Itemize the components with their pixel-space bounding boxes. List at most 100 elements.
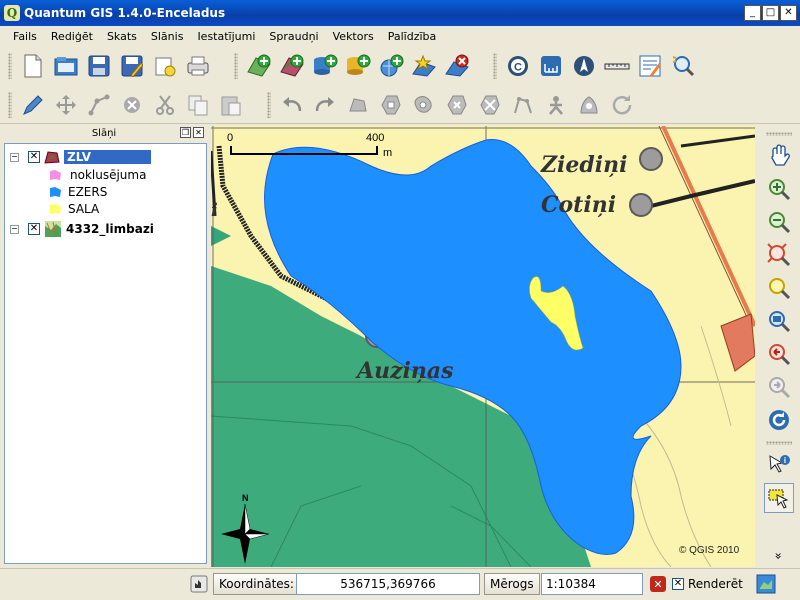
qgis-app-icon: Q [4,5,20,21]
toolbar-grip[interactable] [493,53,497,79]
svg-text:C: C [514,62,522,74]
zoom-full-icon[interactable] [764,240,794,270]
svg-text:i: i [783,456,785,465]
print-icon[interactable] [183,51,213,81]
scale-bar-icon[interactable] [536,51,566,81]
reshape-features-icon[interactable] [508,90,538,120]
node-tool-icon[interactable] [84,90,114,120]
add-ring-icon[interactable] [376,90,406,120]
toolbar-grip[interactable] [267,91,271,118]
undo-icon[interactable] [277,90,307,120]
split-features-icon[interactable] [541,90,571,120]
new-shapefile-icon[interactable] [409,51,439,81]
close-panel-icon[interactable]: ✕ [193,127,204,138]
measure-line-icon[interactable] [602,51,632,81]
open-project-icon[interactable] [51,51,81,81]
toolbar-grip[interactable] [8,91,12,118]
scale-bar-end: 400 [366,132,384,144]
layers-list: − ✕ ZLV noklusējuma EZERS SALA − ✕ 4332_… [4,143,207,564]
add-spatialite-layer-icon[interactable] [343,51,373,81]
menu-settings[interactable]: Iestatījumi [190,30,262,43]
coordinates-display[interactable]: 536715,369766 [296,573,480,595]
collapse-icon[interactable]: − [10,152,19,162]
copyright-label-icon[interactable]: C [503,51,533,81]
simplify-feature-icon[interactable] [343,90,373,120]
add-raster-layer-icon[interactable] [277,51,307,81]
coordinates-toggle-button[interactable]: Koordinātes: [213,573,300,595]
copy-features-icon[interactable] [183,90,213,120]
progress-toggle-icon[interactable] [188,573,210,595]
toolbar-grip[interactable] [765,132,792,136]
stop-render-icon[interactable]: ✕ [650,573,666,595]
menu-vector[interactable]: Vektors [326,30,381,43]
layer-visibility-checkbox[interactable]: ✕ [28,151,40,163]
edit-label-icon[interactable] [635,51,665,81]
layer-row-4332-limbazi[interactable]: − ✕ 4332_limbazi [5,220,206,238]
remove-layer-icon[interactable] [442,51,472,81]
menu-layer[interactable]: Slānis [144,30,191,43]
identify-icon[interactable]: i [764,450,794,480]
float-panel-icon[interactable]: ❐ [180,127,191,138]
add-postgis-layer-icon[interactable] [310,51,340,81]
projection-icon[interactable] [756,573,776,595]
refresh-icon[interactable] [764,405,794,435]
delete-selected-icon[interactable] [117,90,147,120]
add-island-icon[interactable] [409,90,439,120]
menu-bar: Fails Rediģēt Skats Slānis Iestatījumi S… [0,26,800,46]
move-feature-icon[interactable] [51,90,81,120]
scale-input[interactable]: 1:10384 [541,573,643,595]
toolbar-grip[interactable] [765,441,792,445]
map-canvas[interactable]: Ziediņi Cotiņi Auziņas i 0 400 m N © QGI… [211,126,755,567]
save-project-icon[interactable] [84,51,114,81]
add-vector-layer-icon[interactable] [244,51,274,81]
digitizing-toolbar [0,86,800,124]
toolbar-grip[interactable] [8,53,12,79]
layer-name: 4332_limbazi [66,222,154,236]
toolbar-grip[interactable] [234,53,238,79]
layer-row-zlv[interactable]: − ✕ ZLV [5,148,206,166]
zoom-last-icon[interactable] [764,339,794,369]
layers-panel-header: Slāņi ❐ ✕ [0,126,208,141]
identify-zoom-icon[interactable] [668,51,698,81]
add-wms-layer-icon[interactable] [376,51,406,81]
place-label-auzinas: Auziņas [355,358,454,384]
render-toggle[interactable]: ✕ Renderēt [672,573,743,595]
pan-icon[interactable] [764,141,794,171]
toggle-editing-icon[interactable] [18,90,48,120]
north-arrow-icon[interactable] [569,51,599,81]
zoom-in-icon[interactable] [764,174,794,204]
menu-help[interactable]: Palīdzība [381,30,444,43]
layers-panel-title: Slāņi [91,128,117,139]
map-rendering: Ziediņi Cotiņi Auziņas i 0 400 m N © QGI… [211,126,755,567]
menu-file[interactable]: Fails [6,30,44,43]
zoom-to-layer-icon[interactable] [764,273,794,303]
merge-features-icon[interactable] [574,90,604,120]
legend-item-sala: SALA [5,200,206,218]
merge-attributes-icon[interactable] [607,90,637,120]
menu-view[interactable]: Skats [100,30,144,43]
layer-visibility-checkbox[interactable]: ✕ [28,223,40,235]
minimize-button[interactable]: _ [744,5,761,21]
legend-label: EZERS [68,185,108,199]
zoom-out-icon[interactable] [764,207,794,237]
redo-icon[interactable] [310,90,340,120]
polygon-symbol-icon [50,204,61,214]
save-as-icon[interactable] [117,51,147,81]
zoom-to-selection-icon[interactable] [764,306,794,336]
collapse-icon[interactable]: − [10,224,19,234]
more-tools-icon[interactable]: » [772,552,786,559]
new-print-composer-icon[interactable] [150,51,180,81]
close-button[interactable]: ✕ [780,5,797,21]
paste-features-icon[interactable] [216,90,246,120]
render-checkbox[interactable]: ✕ [672,578,684,590]
select-features-icon[interactable] [763,483,794,513]
menu-edit[interactable]: Rediģēt [44,30,100,43]
maximize-button[interactable]: □ [762,5,779,21]
delete-part-icon[interactable] [475,90,505,120]
layer-name: ZLV [64,150,151,164]
delete-ring-icon[interactable] [442,90,472,120]
menu-plugins[interactable]: Spraudņi [262,30,325,43]
zoom-next-icon[interactable] [764,372,794,402]
new-project-icon[interactable] [18,51,48,81]
cut-features-icon[interactable] [150,90,180,120]
